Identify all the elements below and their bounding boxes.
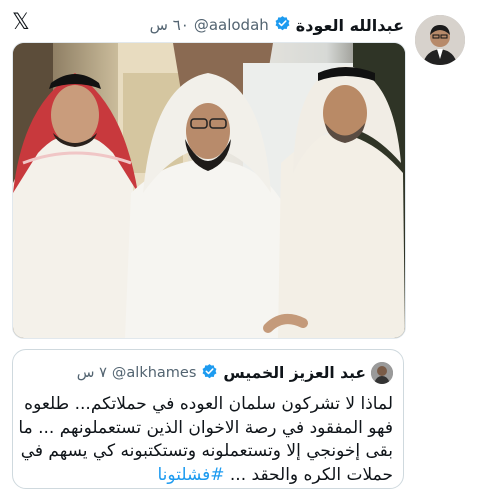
quote-header: عبد العزيز الخميس @alkhames ٧ س: [77, 362, 393, 384]
quote-text-line: فهو المفقود في رصة الاخوان الذين تستعملو…: [18, 417, 393, 438]
hashtag-link[interactable]: #فشلتونا: [158, 465, 225, 485]
post-header: عبدالله العودة @aalodah ٦٠ س: [150, 14, 404, 36]
verified-badge-icon: [201, 363, 218, 384]
quote-text-line-last: حملات الكره والحقد ... #فشلتونا: [21, 464, 394, 488]
quote-time[interactable]: ٧ س: [77, 365, 107, 381]
verified-badge-icon: [274, 15, 291, 36]
x-logo-icon[interactable]: 𝕏: [12, 12, 34, 34]
quote-text-line: لماذا لا تشركون سلمان العوده في حملاتكم.…: [24, 394, 393, 414]
quote-author-handle[interactable]: @alkhames: [112, 365, 197, 381]
post-time[interactable]: ٦٠ س: [150, 16, 189, 34]
quote-text-line: حملات الكره والحقد ...: [229, 464, 393, 485]
photo-three-men-icon: [13, 43, 405, 338]
author-name[interactable]: عبدالله العودة: [296, 16, 404, 35]
quote-text: لماذا لا تشركون سلمان العوده في حملاتكم.…: [18, 393, 394, 488]
author-handle[interactable]: @aalodah: [194, 16, 269, 34]
post-image[interactable]: [12, 42, 406, 339]
quote-author-name[interactable]: عبد العزيز الخميس: [223, 364, 366, 382]
avatar[interactable]: [415, 15, 465, 65]
quote-text-line: بقى إخونجي إلا وتستعملونه وتستكتبونه كي …: [20, 441, 393, 461]
quoted-post[interactable]: عبد العزيز الخميس @alkhames ٧ س لماذا لا…: [12, 349, 404, 489]
quote-avatar[interactable]: [371, 362, 393, 384]
